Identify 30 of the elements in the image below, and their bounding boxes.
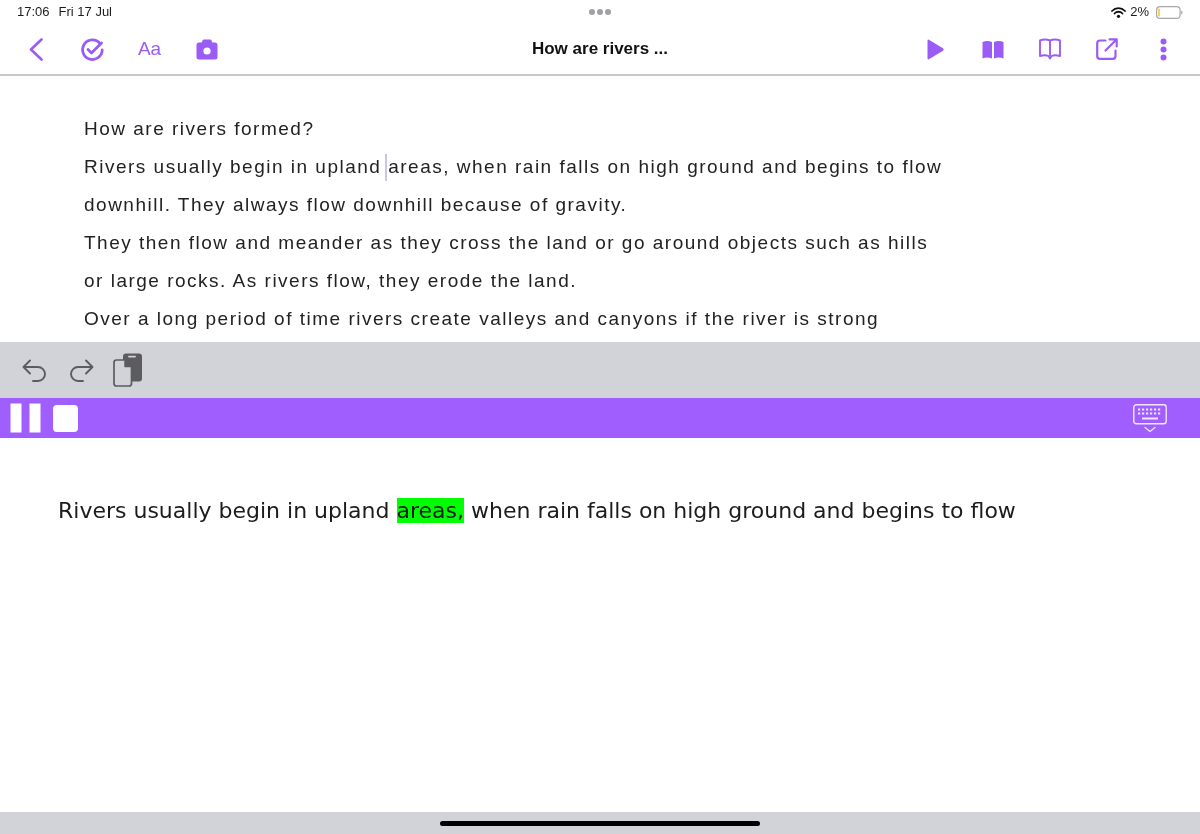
camera-icon[interactable] (195, 38, 218, 60)
more-vertical-icon[interactable] (1160, 37, 1167, 61)
more-dots-icon[interactable] (589, 9, 611, 15)
share-icon[interactable] (1095, 38, 1118, 60)
document-line: How are rivers formed? (84, 117, 315, 141)
status-date: Fri 17 Jul (58, 3, 112, 22)
undo-icon[interactable] (22, 358, 48, 382)
document-line: Rivers usually begin in upland areas, when rain falls on high ground and begins to flow (84, 155, 943, 179)
battery-icon (1156, 5, 1183, 19)
text-style-button[interactable]: Aa (135, 37, 164, 61)
document-line: or large rocks. As rivers flow, they erode the land. (84, 269, 578, 293)
back-icon[interactable] (28, 37, 43, 61)
play-icon[interactable] (927, 38, 944, 60)
book-outline-icon[interactable] (1038, 38, 1061, 60)
documents-icon[interactable] (113, 353, 143, 387)
redo-icon[interactable] (68, 358, 94, 382)
book-icon[interactable] (981, 39, 1004, 59)
pause-icon[interactable] (10, 403, 41, 433)
home-indicator[interactable] (440, 820, 760, 826)
document-line: They then flow and meander as they cross the land or go around objects such as hills (84, 231, 929, 255)
keyboard-icon[interactable] (1133, 403, 1167, 433)
wifi-icon (1111, 6, 1127, 18)
document-line: Over a long period of time rivers create valleys and canyons if the river is strong (84, 307, 880, 331)
reading-sentence: Rivers usually begin in upland areas, when rain falls on high ground and begins to flow (58, 497, 1017, 525)
status-time: 17:06 (17, 3, 50, 22)
battery-percent: 2% (1130, 3, 1149, 22)
document-line: downhill. They always flow downhill because of gravity. (84, 193, 628, 217)
check-circle-icon[interactable] (81, 37, 104, 61)
document-title: How are rivers ... (531, 38, 669, 61)
stop-icon[interactable] (53, 404, 78, 432)
